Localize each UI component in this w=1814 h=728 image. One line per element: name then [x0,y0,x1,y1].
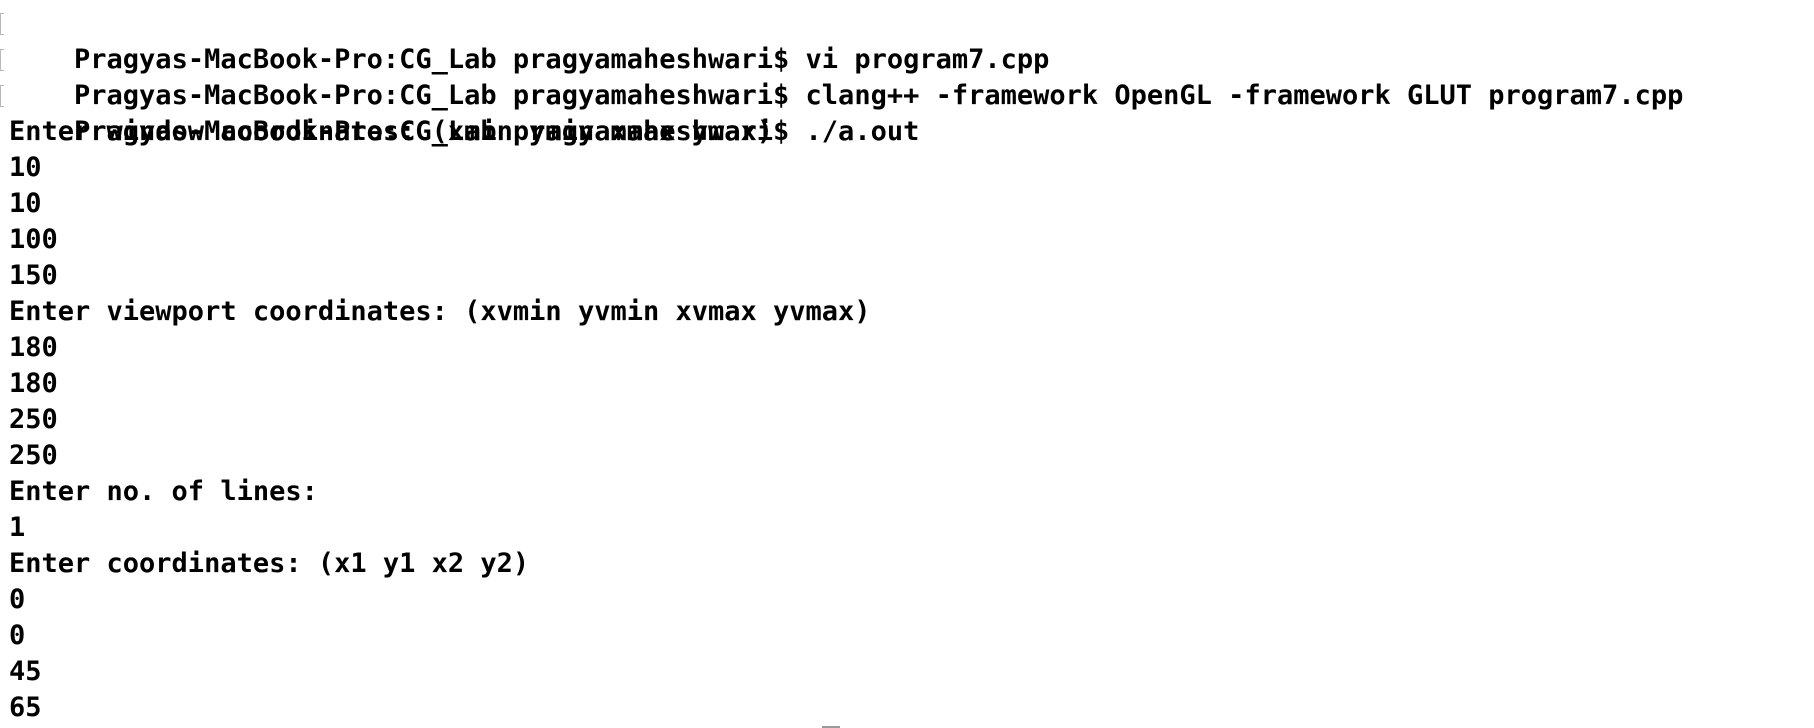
output-line: 1 [9,512,26,543]
command-mark-icon [0,85,4,107]
output-line: 10 [9,152,42,183]
output-line: 65 [9,692,42,723]
output-line: Enter coordinates: (x1 y1 x2 y2) [9,548,530,579]
output-line: 0 [9,620,26,651]
output-line: 250 [9,404,58,435]
output-line: 10 [9,188,42,219]
output-line: 45 [9,656,42,687]
command-line: Pragyas-MacBook-Pro:CG_Lab pragyamaheshw… [0,6,1814,75]
output-line: 180 [9,368,58,399]
output-line: Enter window coordinates: (xmin ymin xma… [9,116,774,147]
command-line: Pragyas-MacBook-Pro:CG_Lab pragyamaheshw… [0,42,1814,111]
command-mark-icon [0,49,4,71]
command-mark-icon [0,13,4,35]
output-line: Enter viewport coordinates: (xvmin yvmin… [9,296,871,327]
command-line: Pragyas-MacBook-Pro:CG_Lab pragyamaheshw… [0,78,1814,147]
terminal-window[interactable]: Pragyas-MacBook-Pro:CG_Lab pragyamaheshw… [0,0,1814,728]
output-line: 250 [9,440,58,471]
output-line: 150 [9,260,58,291]
output-line: 0 [9,584,26,615]
output-line: Enter no. of lines: [9,476,318,507]
output-line: 100 [9,224,58,255]
output-line: 180 [9,332,58,363]
